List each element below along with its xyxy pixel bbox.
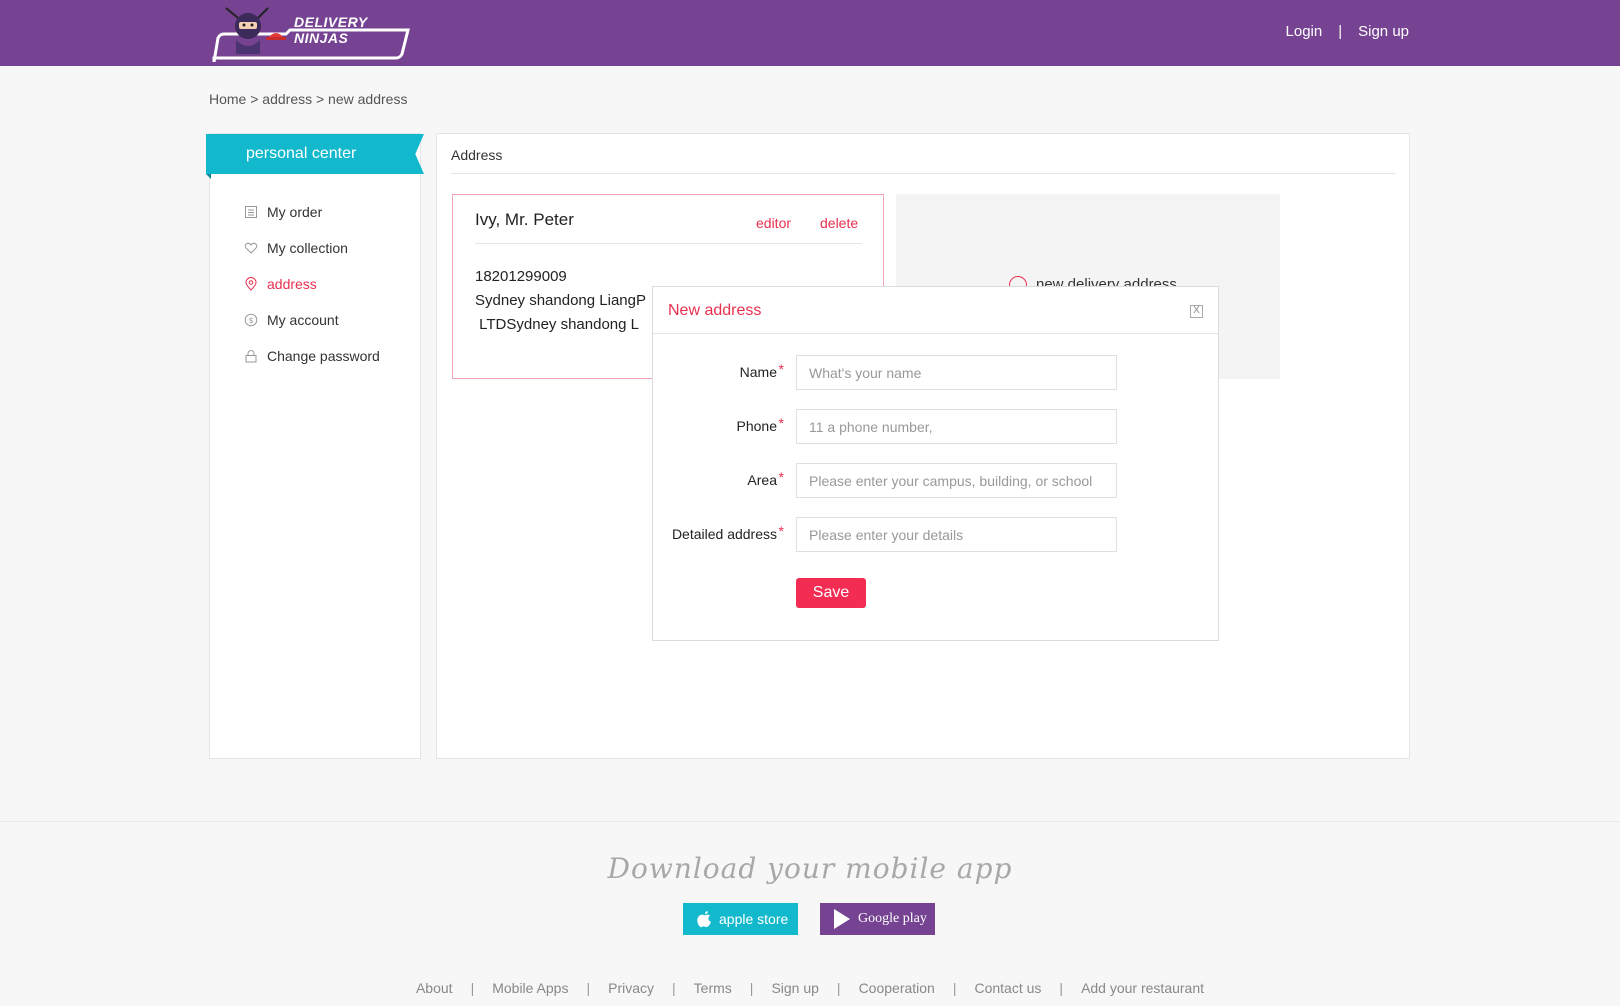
- delete-address-link[interactable]: delete: [820, 215, 858, 231]
- sidebar-item-address[interactable]: address: [244, 266, 380, 302]
- footer-link-privacy[interactable]: Privacy: [608, 980, 654, 996]
- delivery-ninjas-logo[interactable]: DELIVERY NINJAS: [208, 4, 418, 63]
- area-row: Area *: [653, 463, 1218, 499]
- sidebar-menu: My order My collection address $ My acco…: [244, 194, 380, 374]
- location-pin-icon: [245, 277, 257, 291]
- phone-row: Phone *: [653, 409, 1218, 445]
- svg-text:$: $: [248, 316, 253, 325]
- footer-link-add-restaurant[interactable]: Add your restaurant: [1081, 980, 1204, 996]
- required-mark: *: [778, 523, 784, 539]
- close-icon[interactable]: X: [1190, 305, 1203, 318]
- signup-link[interactable]: Sign up: [1358, 23, 1409, 40]
- google-play-button[interactable]: Google play: [820, 903, 935, 935]
- address-contact-name: Ivy, Mr. Peter: [475, 210, 574, 229]
- nav-separator: |: [1338, 23, 1343, 40]
- sidebar-title: personal center: [206, 134, 424, 174]
- breadcrumb[interactable]: Home > address > new address: [209, 91, 407, 107]
- sidebar-item-label: address: [267, 276, 317, 292]
- header-nav: Login | Sign up: [1286, 23, 1409, 40]
- sidebar-item-my-collection[interactable]: My collection: [244, 230, 380, 266]
- sidebar-item-my-order[interactable]: My order: [244, 194, 380, 230]
- required-mark: *: [778, 469, 784, 485]
- title-divider: [451, 173, 1395, 174]
- order-list-icon: [245, 206, 257, 218]
- sidebar-item-label: My account: [267, 312, 339, 328]
- footer-link-about[interactable]: About: [416, 980, 453, 996]
- name-row: Name *: [653, 355, 1218, 391]
- apple-store-button[interactable]: apple store: [683, 903, 798, 935]
- footer-link-mobile-apps[interactable]: Mobile Apps: [492, 980, 568, 996]
- edit-address-link[interactable]: editor: [756, 215, 791, 231]
- detailed-address-label: Detailed address *: [671, 523, 784, 542]
- logo-text: DELIVERY NINJAS: [294, 14, 368, 46]
- new-address-dialog: New address X Name* Phone* Area* Detaile…: [652, 286, 1219, 641]
- sidebar-item-label: Change password: [267, 348, 380, 364]
- save-button[interactable]: Save: [796, 578, 866, 608]
- dialog-divider: [653, 333, 1218, 334]
- lock-icon: [245, 350, 257, 363]
- footer: Download your mobile app apple store Goo…: [0, 821, 1620, 1006]
- footer-links: About | Mobile Apps | Privacy | Terms | Sign up |…: [415, 980, 1205, 996]
- sidebar-item-label: My collection: [267, 240, 348, 256]
- footer-link-sign-up[interactable]: Sign up: [771, 980, 818, 996]
- login-link[interactable]: Login: [1286, 23, 1323, 40]
- sidebar-item-my-account[interactable]: $ My account: [244, 302, 380, 338]
- address-line-1: Sydney shandong LiangP: [475, 292, 646, 309]
- address-line-2: LTDSydney shandong L: [475, 316, 639, 333]
- footer-link-contact-us[interactable]: Contact us: [974, 980, 1041, 996]
- footer-link-terms[interactable]: Terms: [694, 980, 732, 996]
- name-field[interactable]: [796, 355, 1117, 390]
- detailed-address-field[interactable]: [796, 517, 1117, 552]
- area-field[interactable]: [796, 463, 1117, 498]
- detailed-address-row: Detailed address *: [653, 517, 1218, 553]
- phone-label: Phone *: [736, 415, 784, 434]
- download-app-heading: Download your mobile app: [607, 852, 1013, 885]
- address-details: 18201299009 Sydney shandong LiangP LTDSyd…: [475, 265, 646, 337]
- required-mark: *: [778, 415, 784, 431]
- sidebar-item-change-password[interactable]: Change password: [244, 338, 380, 374]
- page-title: Address: [451, 147, 503, 163]
- address-card-divider: [475, 243, 862, 244]
- area-label: Area *: [747, 469, 784, 488]
- address-phone: 18201299009: [475, 268, 567, 285]
- required-mark: *: [778, 361, 784, 377]
- sidebar-item-label: My order: [267, 204, 323, 220]
- dollar-icon: $: [244, 313, 258, 327]
- apple-store-label: apple store: [719, 911, 789, 927]
- heart-icon: [244, 242, 258, 254]
- name-label: Name *: [739, 361, 784, 380]
- dialog-title: New address: [668, 302, 762, 319]
- apple-icon: [697, 911, 711, 928]
- top-bar: DELIVERY NINJAS Login | Sign up: [0, 0, 1620, 66]
- sidebar-ribbon-fold: [206, 174, 211, 179]
- sidebar: personal center My order My collection a…: [206, 133, 424, 759]
- phone-field[interactable]: [796, 409, 1117, 444]
- google-play-icon: [834, 909, 850, 929]
- google-play-label: Google play: [858, 911, 927, 926]
- footer-link-cooperation[interactable]: Cooperation: [859, 980, 935, 996]
